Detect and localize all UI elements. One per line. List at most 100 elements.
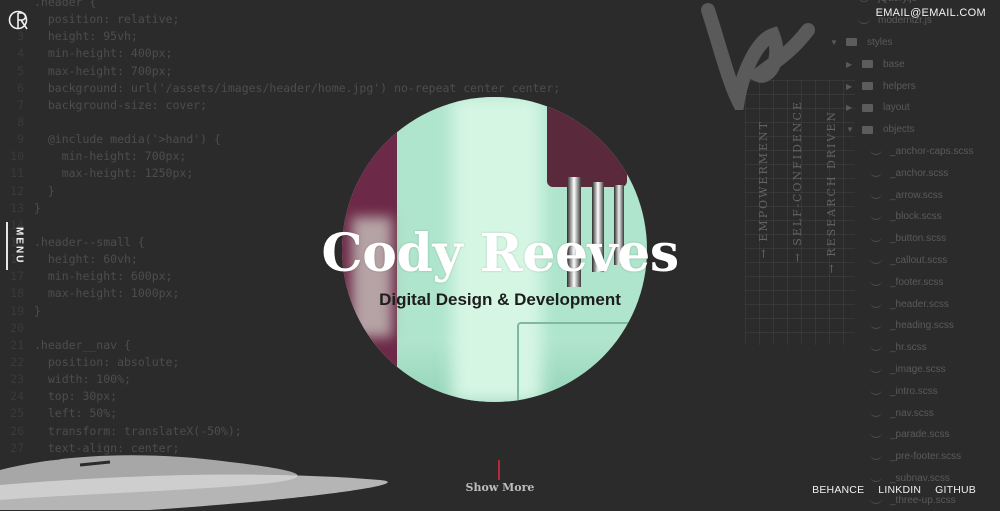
line-number: 24 bbox=[10, 389, 24, 404]
brush-stroke-decoration bbox=[701, 3, 815, 110]
tree-label: _block.scss bbox=[890, 211, 942, 223]
code-text: max-height: 1000px; bbox=[34, 286, 180, 301]
behance-link[interactable]: BEHANCE bbox=[812, 484, 864, 496]
tree-label: _pre-footer.scss bbox=[890, 451, 962, 463]
tree-label: _anchor-caps.scss bbox=[890, 145, 974, 157]
tree-label: _image.scss bbox=[890, 363, 946, 375]
tree-label: _subnav.scss bbox=[890, 472, 950, 484]
tree-label: styles bbox=[867, 36, 893, 48]
line-number: 26 bbox=[10, 423, 24, 438]
folder-icon bbox=[862, 103, 873, 112]
code-line: 6 background: url('/assets/images/header… bbox=[0, 80, 760, 97]
show-more-link[interactable]: Show More bbox=[458, 481, 542, 494]
code-text: position: relative; bbox=[34, 12, 180, 27]
tree-folder[interactable]: ▶ base bbox=[830, 53, 1000, 75]
line-number: 25 bbox=[10, 406, 24, 421]
line-number: 10 bbox=[10, 149, 24, 164]
code-text: } bbox=[34, 183, 55, 198]
code-text: min-height: 400px; bbox=[34, 46, 173, 61]
code-line: 3 height: 95vh; bbox=[0, 28, 760, 45]
code-line: 26 transform: translateX(-50%); bbox=[0, 423, 760, 440]
tree-label: _nav.scss bbox=[890, 407, 934, 419]
tree-file[interactable]: _parade.scss bbox=[830, 424, 1000, 446]
code-line: .header { bbox=[0, 0, 760, 11]
tree-file[interactable]: _callout.scss bbox=[830, 250, 1000, 272]
tree-label: _three-up.scss bbox=[890, 494, 956, 506]
file-icon bbox=[870, 213, 882, 221]
github-link[interactable]: GITHUB bbox=[935, 484, 976, 496]
tree-file[interactable]: _image.scss bbox=[830, 359, 1000, 381]
code-text: .header { bbox=[34, 0, 97, 9]
code-text: top: 30px; bbox=[34, 389, 118, 404]
file-icon bbox=[858, 0, 870, 3]
folder-icon bbox=[862, 82, 873, 91]
file-icon bbox=[870, 497, 882, 504]
tree-label: jQuery.js bbox=[878, 0, 917, 4]
tree-label: _heading.scss bbox=[890, 320, 954, 332]
tree-file[interactable]: _heading.scss bbox=[830, 315, 1000, 337]
file-icon bbox=[870, 410, 882, 417]
line-number: 7 bbox=[17, 97, 24, 112]
code-text: @include media('>hand') { bbox=[34, 132, 221, 147]
social-links: BEHANCE LINKDIN GITHUB bbox=[812, 484, 976, 496]
tree-file[interactable]: _arrow.scss bbox=[830, 184, 1000, 206]
code-text: } bbox=[34, 200, 41, 215]
code-line: position: relative; bbox=[0, 11, 760, 28]
code-line: 25 left: 50%; bbox=[0, 405, 760, 422]
linkedin-link[interactable]: LINKDIN bbox=[878, 484, 921, 496]
code-text: } bbox=[34, 303, 41, 318]
code-text: height: 60vh; bbox=[34, 252, 138, 267]
show-more-indicator bbox=[498, 460, 500, 480]
tree-file[interactable]: _anchor.scss bbox=[830, 162, 1000, 184]
menu-button[interactable]: MENU bbox=[6, 222, 26, 270]
tree-label: _callout.scss bbox=[890, 254, 948, 266]
code-text: position: absolute; bbox=[34, 354, 180, 369]
tree-label: helpers bbox=[883, 80, 916, 92]
page-title: Cody Reeves bbox=[321, 223, 679, 284]
code-text: max-height: 700px; bbox=[34, 63, 173, 78]
tree-file[interactable]: _nav.scss bbox=[830, 402, 1000, 424]
tree-folder[interactable]: ▼ styles bbox=[830, 32, 1000, 54]
tree-file[interactable]: _anchor-caps.scss bbox=[830, 141, 1000, 163]
tree-file[interactable]: _pre-footer.scss bbox=[830, 446, 1000, 468]
email-link[interactable]: EMAIL@EMAIL.COM bbox=[876, 7, 986, 19]
file-icon bbox=[870, 388, 882, 395]
line-number: 4 bbox=[17, 46, 24, 61]
line-number: 13 bbox=[10, 200, 24, 215]
line-number: 18 bbox=[10, 286, 24, 301]
line-number: 5 bbox=[17, 63, 24, 78]
tree-folder[interactable]: ▼ objects bbox=[830, 119, 1000, 141]
code-text: min-height: 700px; bbox=[34, 149, 187, 164]
file-icon bbox=[870, 475, 882, 482]
tree-file[interactable]: _intro.scss bbox=[830, 380, 1000, 402]
line-number: 17 bbox=[10, 269, 24, 284]
chevron-right-icon: ▶ bbox=[846, 81, 853, 91]
tree-file[interactable]: _footer.scss bbox=[830, 271, 1000, 293]
tree-label: _anchor.scss bbox=[890, 167, 949, 179]
tree-folder[interactable]: ▶ helpers bbox=[830, 75, 1000, 97]
code-text: height: 95vh; bbox=[34, 29, 138, 44]
code-text: left: 50%; bbox=[34, 406, 118, 421]
tree-file[interactable]: _block.scss bbox=[830, 206, 1000, 228]
code-line: 5 max-height: 700px; bbox=[0, 63, 760, 80]
code-text: transform: translateX(-50%); bbox=[34, 423, 242, 438]
file-icon bbox=[870, 148, 882, 155]
file-icon bbox=[870, 431, 882, 439]
cr-logo-icon[interactable] bbox=[8, 8, 30, 32]
chevron-right-icon: ▶ bbox=[846, 103, 853, 113]
tree-file[interactable]: _hr.scss bbox=[830, 337, 1000, 359]
file-icon bbox=[870, 322, 882, 330]
code-text: max-height: 1250px; bbox=[34, 166, 194, 181]
folder-icon bbox=[862, 60, 873, 69]
page-subtitle: Digital Design & Development bbox=[379, 290, 621, 309]
file-icon bbox=[870, 170, 882, 177]
line-number: 23 bbox=[10, 372, 24, 387]
file-icon bbox=[870, 301, 882, 308]
file-icon bbox=[870, 344, 882, 352]
chevron-right-icon: ▶ bbox=[846, 59, 853, 69]
tree-file[interactable]: _button.scss bbox=[830, 228, 1000, 250]
line-number: 20 bbox=[10, 320, 24, 335]
tree-label: _intro.scss bbox=[890, 385, 938, 397]
tree-file[interactable]: _header.scss bbox=[830, 293, 1000, 315]
tree-folder[interactable]: ▶ layout bbox=[830, 97, 1000, 119]
